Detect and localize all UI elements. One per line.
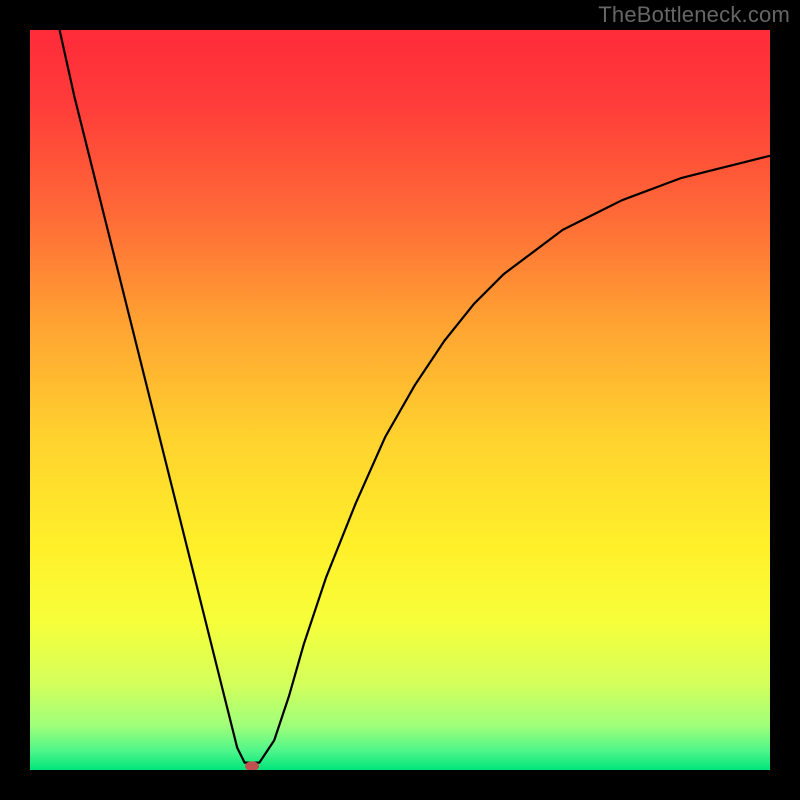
plot-area	[30, 30, 770, 770]
gradient-background	[30, 30, 770, 770]
chart-frame: TheBottleneck.com	[0, 0, 800, 800]
watermark-text: TheBottleneck.com	[598, 2, 790, 28]
chart-svg	[30, 30, 770, 770]
